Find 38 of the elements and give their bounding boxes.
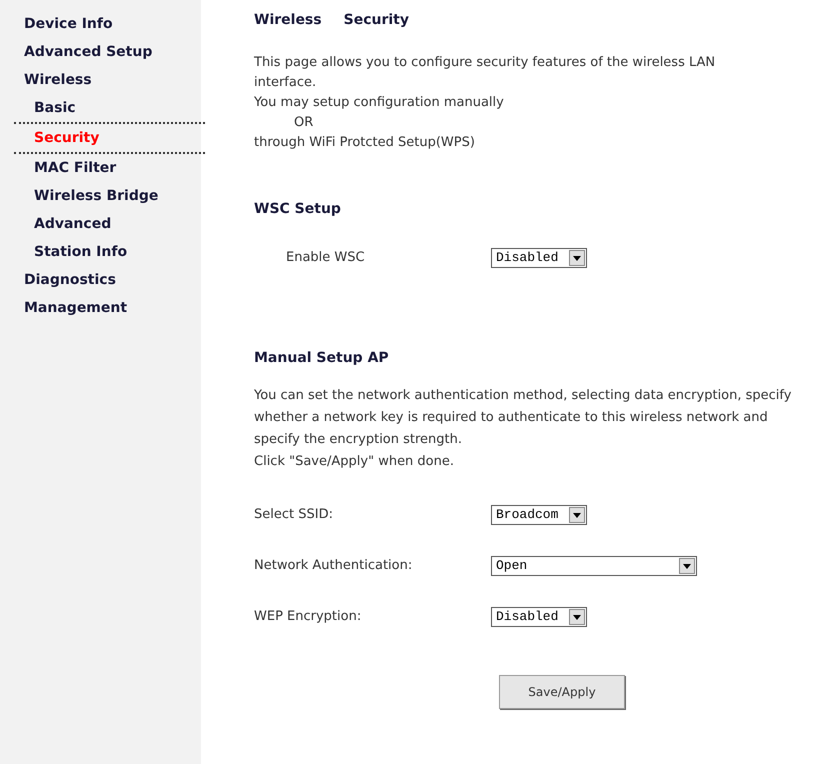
section-heading: Manual Setup AP xyxy=(254,349,390,368)
caret-icon xyxy=(679,558,695,574)
intro-text: OR xyxy=(293,114,314,132)
intro-text: through WiFi Protcted Setup(WPS) xyxy=(254,134,476,152)
intro-text: This page allows you to configure security features of the wireless LAN interface. xyxy=(254,54,716,92)
sidebar-link[interactable]: Advanced Setup xyxy=(24,44,152,60)
description-text: Click "Save/Apply" when done. xyxy=(254,453,456,471)
sidebar-link[interactable]: Security xyxy=(34,130,100,146)
dropdown[interactable]: Open xyxy=(491,556,697,576)
sidebar-link[interactable]: Station Info xyxy=(34,244,128,260)
sidebar-link[interactable]: Wireless Bridge xyxy=(34,188,158,204)
dropdown[interactable]: Disabled xyxy=(491,248,587,268)
dropdown[interactable]: Disabled xyxy=(491,607,587,627)
field-label: Enable WSC xyxy=(286,249,366,268)
sidebar-link[interactable]: Device Info xyxy=(24,16,113,32)
sidebar-link[interactable]: MAC Filter xyxy=(34,160,116,176)
field-label: Select SSID: xyxy=(254,506,334,524)
dropdown-value: Disabled xyxy=(495,608,560,626)
page-title: Security xyxy=(344,11,409,30)
sidebar-link[interactable]: Management xyxy=(24,300,128,316)
sidebar-link[interactable]: Diagnostics xyxy=(24,272,116,288)
sidebar-link[interactable]: Wireless xyxy=(24,72,92,88)
sidebar-link[interactable]: Basic xyxy=(34,100,76,116)
dropdown-value: Broadcom xyxy=(495,506,560,524)
intro-text: You may setup configuration manually xyxy=(254,94,505,112)
caret-icon xyxy=(569,609,585,625)
dropdown-value: Disabled xyxy=(495,249,560,268)
description-text: You can set the network authentication method, selecting data encryption, specify whether a network key is required to authenticate to this wireless network and specify the encryption strength. xyxy=(254,387,792,449)
save-apply-button[interactable]: Save/Apply xyxy=(499,675,625,709)
caret-icon xyxy=(569,507,585,523)
caret-icon xyxy=(569,250,585,266)
sidebar-link[interactable]: Advanced xyxy=(34,216,112,232)
dropdown-value: Open xyxy=(495,557,528,576)
dropdown[interactable]: Broadcom xyxy=(491,505,587,525)
section-heading: WSC Setup xyxy=(254,200,342,219)
page-title: Wireless xyxy=(254,11,322,30)
field-label: WEP Encryption: xyxy=(254,608,362,626)
field-label: Network Authentication: xyxy=(254,557,414,576)
